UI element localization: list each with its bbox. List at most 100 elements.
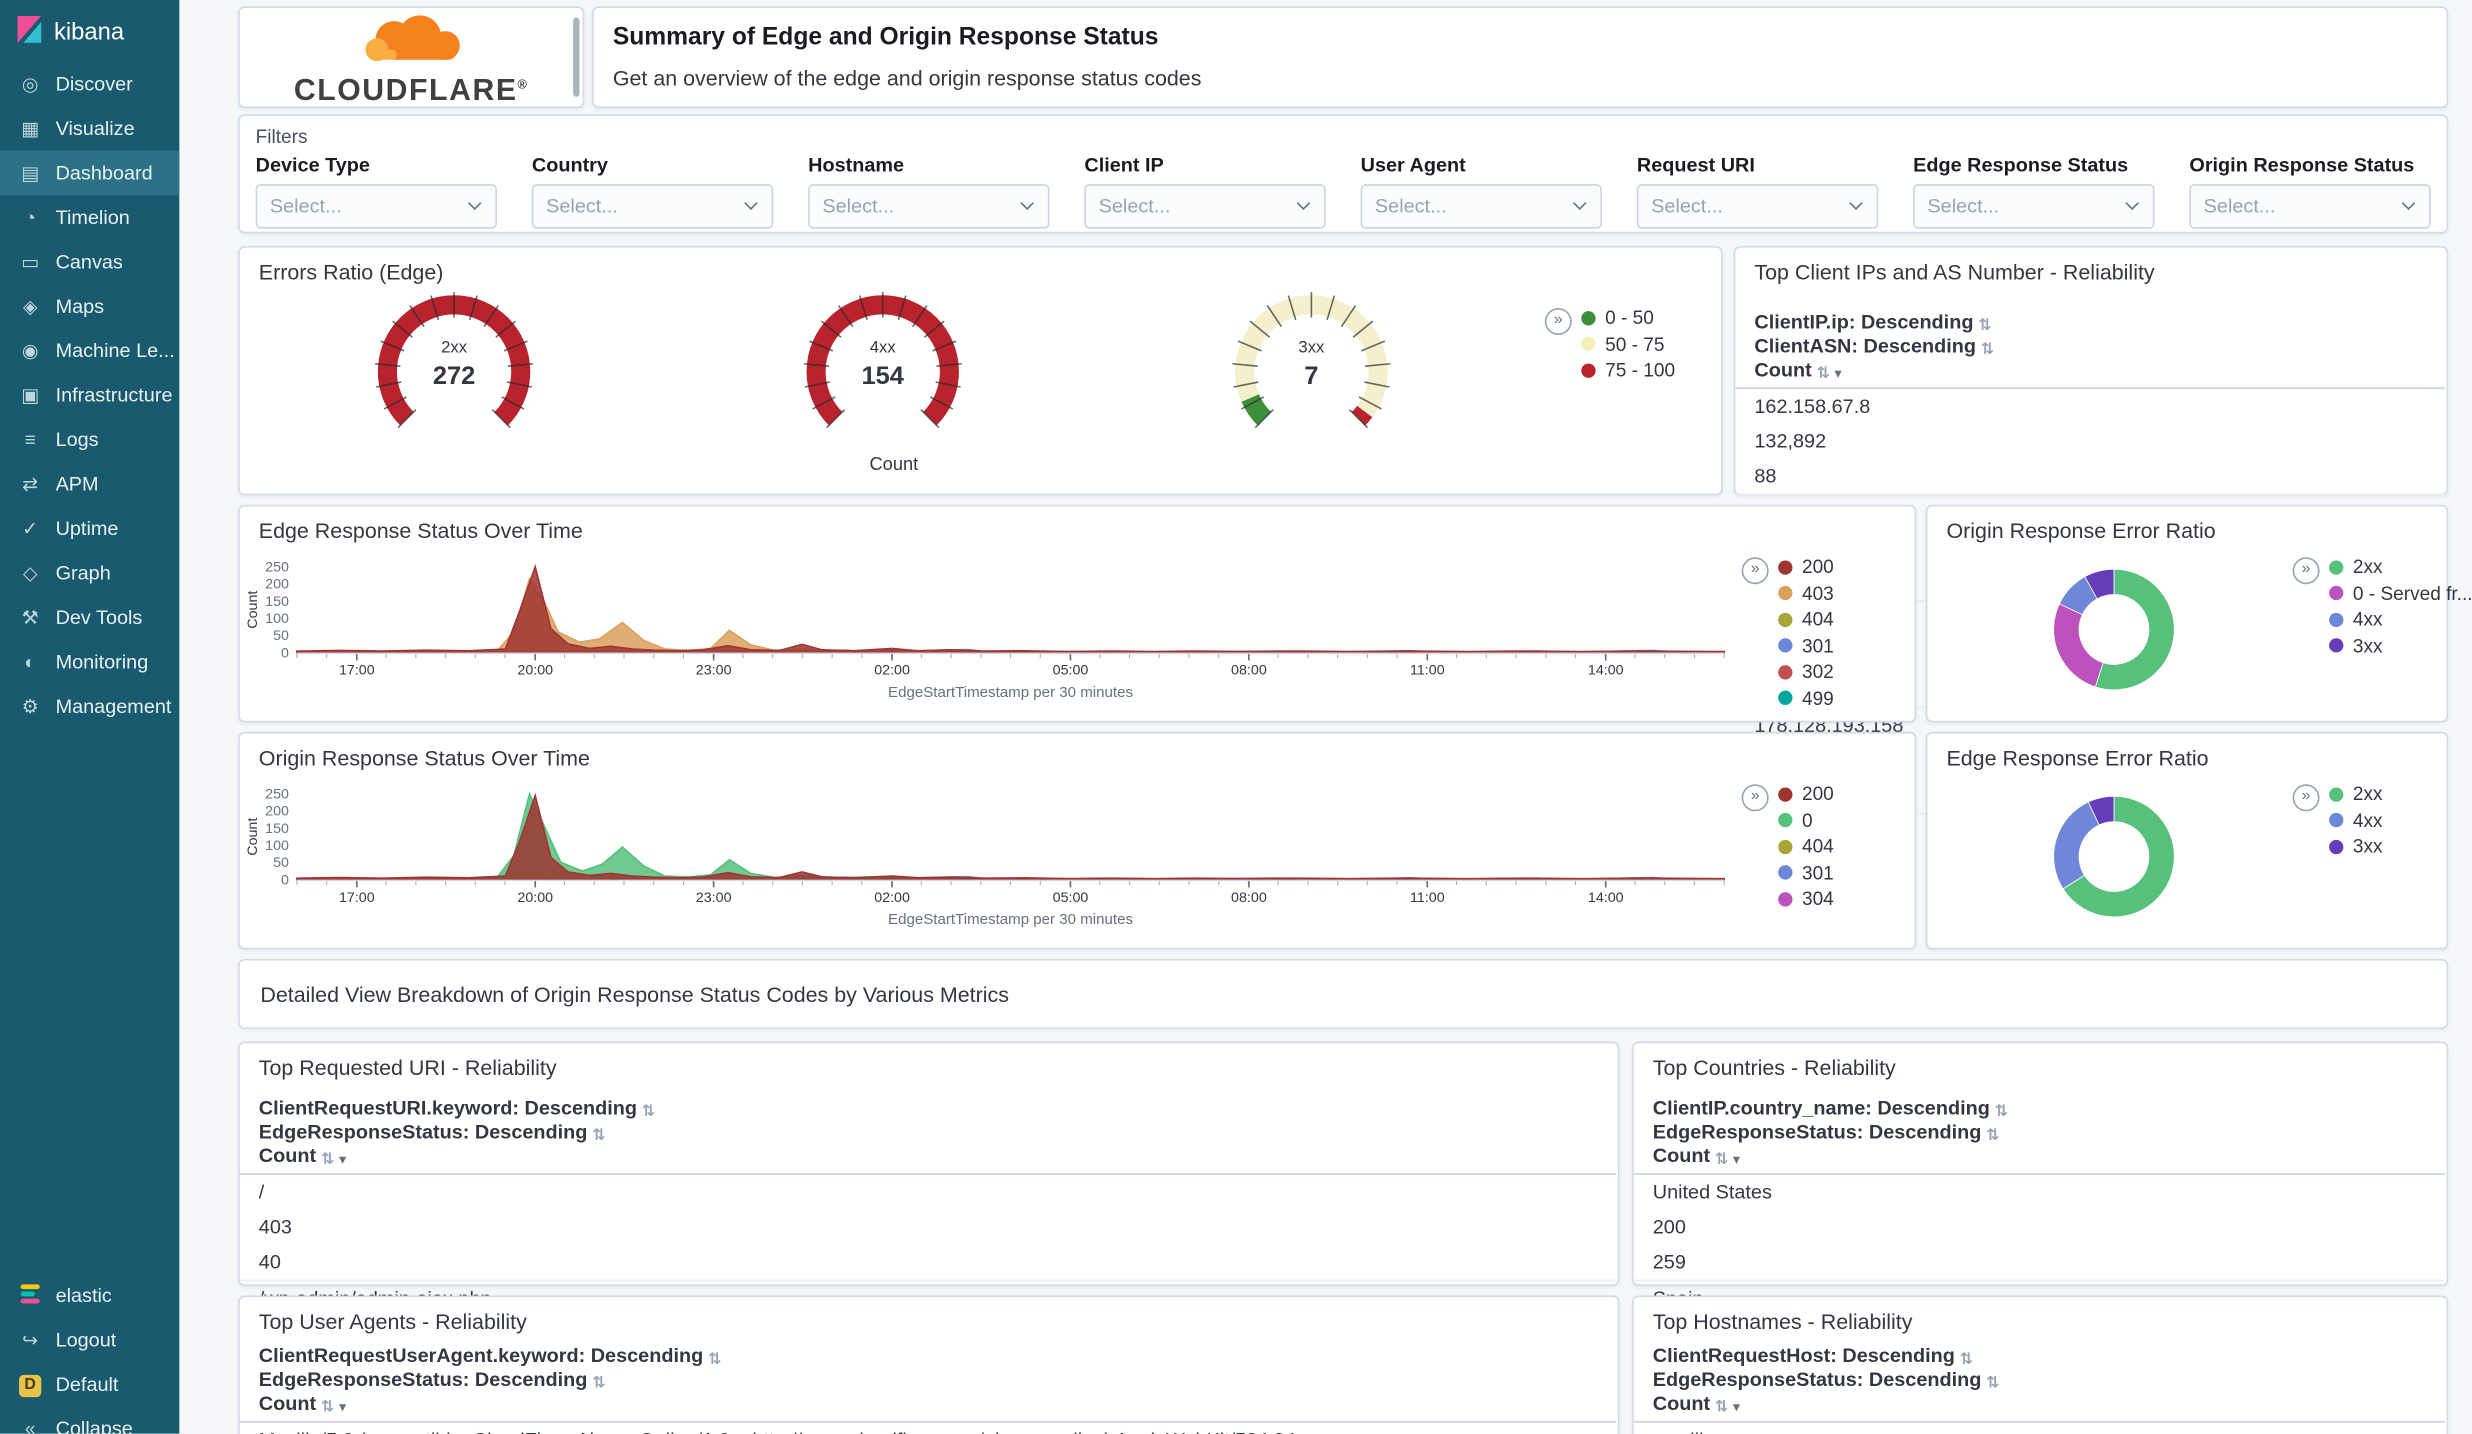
legend-expand-icon[interactable]: » (2292, 557, 2320, 585)
column-header-clientip-ip[interactable]: ClientIP.ip: Descending ⇅ (1754, 311, 2426, 335)
sidebar-item-graph[interactable]: ◇ Graph (0, 551, 179, 595)
column-header-count[interactable]: Count ⇅ ▾ (1653, 1145, 2426, 1169)
filter-select-country[interactable]: Select... (531, 184, 774, 229)
column-header-count[interactable]: Count ⇅ ▾ (259, 1392, 1597, 1416)
graph-icon: ◇ (22, 562, 38, 585)
sidebar-item-timelion[interactable]: ◔ Timelion (0, 195, 179, 239)
select-placeholder: Select... (546, 195, 618, 218)
chevron-down-icon (2125, 196, 2139, 210)
filter-request-uri: Request URI Select... (1636, 154, 1879, 229)
filter-select-request-uri[interactable]: Select... (1636, 184, 1879, 229)
legend-item-200[interactable]: 200 (1778, 556, 1834, 578)
legend-item-301[interactable]: 301 (1778, 862, 1834, 884)
filter-select-device-type[interactable]: Select... (255, 184, 497, 229)
column-header-edgeresponsestatus[interactable]: EdgeResponseStatus: Descending ⇅ (1653, 1121, 2426, 1145)
sidebar-item-elastic[interactable]: elastic (0, 1273, 179, 1317)
column-header-edgeresponsestatus[interactable]: EdgeResponseStatus: Descending ⇅ (259, 1369, 1597, 1393)
sidebar-item-canvas[interactable]: ▭ Canvas (0, 240, 179, 284)
chevron-down-icon (1020, 196, 1034, 210)
sort-desc-icon: ▾ (338, 1398, 347, 1415)
legend-item-404[interactable]: 404 (1778, 608, 1834, 631)
legend-item-4xx[interactable]: 4xx (2329, 809, 2383, 832)
legend-label: 0 - 50 (1605, 306, 1654, 330)
sidebar-item-label: Dev Tools (55, 606, 143, 629)
column-header-clientrequesturi-keyword[interactable]: ClientRequestURI.keyword: Descending ⇅ (259, 1097, 1597, 1121)
sidebar-item-logs[interactable]: ≡ Logs (0, 418, 179, 462)
legend-item-403[interactable]: 403 (1778, 582, 1834, 605)
legend-item-0-served-fr[interactable]: 0 - Served fr... (2329, 582, 2472, 605)
sidebar-item-infrastructure[interactable]: ▣ Infrastructure (0, 373, 179, 417)
discover-icon: ◎ (21, 73, 39, 96)
column-header-edgeresponsestatus[interactable]: EdgeResponseStatus: Descending ⇅ (1653, 1369, 2426, 1393)
sidebar-item-default[interactable]: D Default (0, 1362, 179, 1406)
legend-item-499[interactable]: 499 (1778, 687, 1834, 709)
sidebar-item-maps[interactable]: ◈ Maps (0, 284, 179, 328)
legend-item-200[interactable]: 200 (1778, 783, 1834, 805)
table-cell: 403 (258, 1216, 292, 1239)
sidebar-item-discover[interactable]: ◎ Discover (0, 62, 179, 106)
column-header-clientrequestuseragent-keyword[interactable]: ClientRequestUserAgent.keyword: Descendi… (259, 1345, 1597, 1369)
panel-top-client-ips: Top Client IPs and AS Number - Reliabili… (1733, 246, 2449, 815)
sidebar-item-monitoring[interactable]: ◐ Monitoring (0, 640, 179, 684)
legend-item-4xx[interactable]: 4xx (2329, 608, 2472, 631)
sidebar-item-collapse[interactable]: « Collapse (0, 1407, 179, 1434)
column-header-clientip-country-name[interactable]: ClientIP.country_name: Descending ⇅ (1653, 1097, 2426, 1121)
panel-title: Edge Response Error Ratio (1946, 746, 2209, 771)
sort-icon: ⇅ (1994, 1103, 2008, 1121)
svg-text:23:00: 23:00 (696, 890, 732, 906)
table-cell: 162.158.67.8 (1754, 395, 1871, 418)
legend-expand-icon[interactable]: » (2292, 784, 2320, 812)
legend-label: 4xx (2352, 608, 2383, 631)
sidebar-item-dev-tools[interactable]: ⚒ Dev Tools (0, 595, 179, 639)
column-header-count[interactable]: Count ⇅ ▾ (259, 1145, 1597, 1169)
column-header-count[interactable]: Count ⇅ ▾ (1653, 1392, 2426, 1416)
column-header-clientasn[interactable]: ClientASN: Descending ⇅ (1754, 335, 2426, 359)
legend-expand-icon[interactable]: » (1544, 308, 1572, 335)
sidebar-item-management[interactable]: ⚙ Management (0, 684, 179, 728)
sidebar-item-label: Infrastructure (55, 384, 173, 407)
legend-dot (1581, 310, 1596, 326)
collapse-icon: « (24, 1417, 36, 1434)
sidebar-item-visualize[interactable]: ▦ Visualize (0, 106, 179, 150)
column-header-count[interactable]: Count ⇅ ▾ (1754, 359, 2426, 383)
column-header-clientrequesthost[interactable]: ClientRequestHost: Descending ⇅ (1653, 1345, 2426, 1369)
panel-dashboard-description: Summary of Edge and Origin Response Stat… (592, 6, 2449, 108)
legend-item-0-50[interactable]: 0 - 50 (1581, 306, 1675, 330)
filter-select-origin-response-status[interactable]: Select... (2189, 184, 2431, 229)
sort-icon: ⇅ (1714, 1151, 1729, 1169)
legend-item-2xx[interactable]: 2xx (2329, 783, 2383, 805)
legend-item-2xx[interactable]: 2xx (2329, 556, 2472, 579)
sidebar-item-machine-le[interactable]: ◉ Machine Le... (0, 329, 179, 373)
legend-item-302[interactable]: 302 (1778, 661, 1834, 683)
sidebar-item-apm[interactable]: ⇄ APM (0, 462, 179, 506)
filter-select-user-agent[interactable]: Select... (1360, 184, 1602, 229)
sidebar-item-label: Maps (55, 295, 105, 318)
svg-text:Count: Count (245, 591, 261, 629)
filter-select-hostname[interactable]: Select... (808, 184, 1050, 229)
legend-label: 2xx (2352, 556, 2383, 579)
legend-expand-icon[interactable]: » (1741, 557, 1769, 585)
sidebar-item-logout[interactable]: ↪ Logout (0, 1318, 179, 1362)
legend-item-3xx[interactable]: 3xx (2329, 635, 2472, 657)
select-placeholder: Select... (2203, 195, 2276, 218)
sidebar-item-uptime[interactable]: ✓ Uptime (0, 506, 179, 550)
table-cell: 40 (258, 1251, 281, 1274)
legend-item-304[interactable]: 304 (1778, 888, 1834, 910)
panel-scrollbar-thumb[interactable] (573, 17, 580, 97)
kibana-logo[interactable]: kibana (0, 0, 179, 62)
filter-select-client-ip[interactable]: Select... (1084, 184, 1326, 229)
kibana-app: kibana ◎ Discover ▦ Visualize ▤ Dashboard ◔ Tim… (0, 0, 2472, 1434)
legend-expand-icon[interactable]: » (1741, 784, 1769, 812)
default-space-icon: D (17, 1373, 42, 1397)
sidebar-item-dashboard[interactable]: ▤ Dashboard (0, 150, 180, 196)
column-header-edgeresponsestatus[interactable]: EdgeResponseStatus: Descending ⇅ (259, 1121, 1597, 1145)
legend-item-3xx[interactable]: 3xx (2329, 836, 2383, 858)
legend-item-0[interactable]: 0 (1778, 809, 1834, 832)
filter-select-edge-response-status[interactable]: Select... (1913, 184, 2155, 229)
chevron-down-icon (467, 196, 482, 210)
legend-item-301[interactable]: 301 (1778, 635, 1834, 657)
legend-item-75-100[interactable]: 75 - 100 (1581, 359, 1675, 381)
legend-item-404[interactable]: 404 (1778, 836, 1834, 858)
panel-title: Top Requested URI - Reliability (258, 1055, 557, 1080)
legend-item-50-75[interactable]: 50 - 75 (1581, 333, 1675, 355)
